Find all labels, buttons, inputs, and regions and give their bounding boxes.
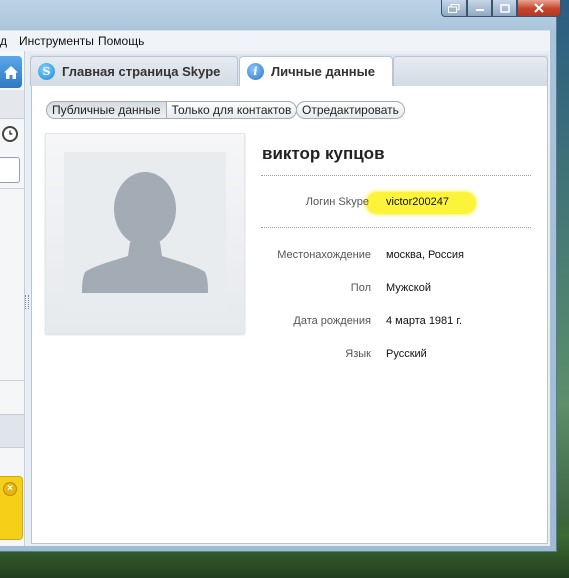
birthdate-label: Дата рождения [293,315,371,327]
minimize-icon [475,9,484,11]
birthdate-value: 4 марта 1981 г. [386,315,463,327]
skype-login-value: victor200247 [386,196,449,208]
skype-icon: S [38,63,55,80]
maximize-icon [499,3,510,13]
tab-label: Личные данные [271,64,375,79]
panel-splitter[interactable] [25,295,29,309]
sidebar-section[interactable] [0,90,24,119]
caption-buttons [441,0,561,18]
home-icon [4,65,18,79]
tab-personal-data[interactable]: i Личные данные [239,56,393,87]
home-button[interactable] [0,56,22,88]
avatar[interactable] [45,133,245,334]
close-icon [534,3,544,13]
tab-public-data[interactable]: Публичные данные [46,101,167,119]
close-icon[interactable]: × [3,482,17,496]
divider [261,227,531,228]
clock-hands-icon [9,130,13,135]
language-value: Русский [386,348,427,360]
sidebar-divider [0,188,24,189]
maximize-button[interactable] [492,0,517,17]
tab-strip: S Главная страница Skype i Личные данные [30,54,548,87]
tab-strip-filler [393,56,548,86]
gender-label: Пол [350,282,371,294]
desktop-wallpaper [555,0,569,578]
divider [261,175,531,176]
edit-profile-button[interactable]: Отредактировать [296,101,405,119]
location-value: москва, Россия [386,249,465,261]
default-avatar-icon [64,152,226,312]
skype-login-label: Логин Skype [305,196,369,208]
menu-bar: д Инструменты Помощь [0,30,550,52]
tab-skype-home[interactable]: S Главная страница Skype [30,56,238,86]
location-label: Местонахождение [277,249,371,261]
menu-item-help[interactable]: Помощь [98,34,144,48]
gender-value: Мужской [386,282,431,294]
profile-view-tabs: Публичные данные Только для контактов [46,101,298,119]
menu-item-partial[interactable]: д [0,34,7,48]
restore-window-button[interactable] [441,0,467,17]
left-sidebar [0,51,25,546]
tab-contacts-only[interactable]: Только для контактов [166,101,298,119]
sidebar-section[interactable] [0,414,24,448]
tab-label: Главная страница Skype [62,64,221,79]
sidebar-search-input[interactable] [0,157,20,183]
close-window-button[interactable] [517,0,561,17]
profile-name: виктор купцов [262,144,385,163]
clock-icon[interactable] [2,126,18,142]
language-label: Язык [345,348,371,360]
info-icon: i [247,63,264,80]
minimize-button[interactable] [467,0,492,17]
menu-item-tools[interactable]: Инструменты [19,34,94,48]
sidebar-divider [0,380,24,381]
restore-icon [448,3,460,13]
